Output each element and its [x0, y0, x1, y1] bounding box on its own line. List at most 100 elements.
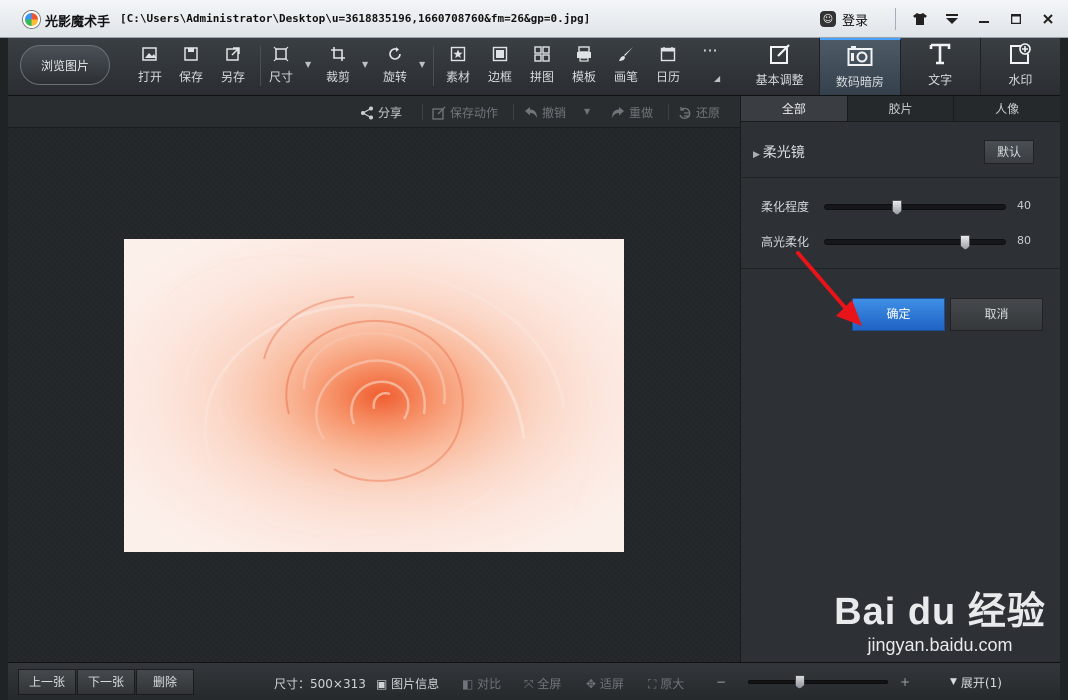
resize-icon	[261, 46, 301, 68]
open-button[interactable]: 打开	[130, 46, 170, 85]
softness-slider[interactable]	[824, 200, 1006, 215]
restore-icon	[679, 106, 691, 119]
resize-button[interactable]: 尺寸	[261, 46, 301, 85]
border-label: 边框	[487, 70, 512, 84]
effect-title-label: 柔光镜	[762, 145, 805, 161]
expand-corner-icon[interactable]: ◢	[714, 74, 720, 83]
tab-text[interactable]: 文字	[901, 38, 981, 95]
brush-button[interactable]: 画笔	[606, 46, 646, 85]
restore-button[interactable]: 还原	[678, 104, 720, 121]
share-label: 分享	[378, 106, 403, 120]
menu-dropdown-button[interactable]	[937, 5, 967, 33]
save-action-button[interactable]: 保存动作	[432, 104, 498, 121]
crop-dropdown-icon[interactable]: ▼	[362, 60, 368, 69]
subtab-all[interactable]: 全部	[741, 96, 848, 121]
app-logo-icon	[23, 11, 40, 28]
effects-panel: 全部 胶片 人像 ▶ 柔光镜 默认 柔化程度 40 高光柔化 80 确定 取消	[740, 96, 1061, 662]
watermark-icon	[981, 43, 1060, 71]
undo-button[interactable]: 撤销	[524, 104, 566, 121]
image-info-button[interactable]: ▣ 图片信息	[376, 675, 439, 692]
crop-button[interactable]: 裁剪	[318, 46, 358, 85]
fullscreen-label: 全屏	[537, 677, 562, 691]
zoom-out-button[interactable]: −	[716, 675, 726, 689]
material-icon	[438, 46, 478, 68]
fit-screen-label: 适屏	[599, 677, 624, 691]
cancel-button[interactable]: 取消	[950, 298, 1043, 331]
redo-label: 重做	[629, 106, 654, 120]
more-tools-button[interactable]: ···	[690, 40, 730, 62]
softness-label: 柔化程度	[761, 200, 810, 214]
text-icon	[901, 43, 980, 71]
minimize-icon	[979, 21, 989, 23]
login-label: 登录	[842, 13, 869, 29]
browse-images-button[interactable]: 浏览图片	[20, 45, 110, 85]
tab-darkroom[interactable]: 数码暗房	[820, 38, 901, 95]
crop-icon	[318, 46, 358, 68]
border-button[interactable]: 边框	[480, 46, 520, 85]
more-icon: ···	[702, 41, 718, 60]
effect-header: ▶ 柔光镜 默认	[741, 122, 1061, 178]
material-button[interactable]: 素材	[438, 46, 478, 85]
delete-button[interactable]: 删除	[136, 669, 194, 695]
right-tab-bar: 基本调整 数码暗房 文字 水印	[740, 38, 1060, 96]
panel-separator	[741, 268, 1061, 269]
open-label: 打开	[137, 70, 162, 84]
collage-button[interactable]: 拼图	[522, 46, 562, 85]
close-button[interactable]	[1033, 5, 1063, 33]
softness-slider-row: 柔化程度 40	[741, 194, 1061, 218]
ok-button[interactable]: 确定	[852, 298, 945, 331]
undo-dropdown-icon[interactable]: ▼	[584, 107, 590, 116]
shirt-icon	[913, 13, 927, 25]
action-separator	[422, 104, 423, 120]
fullscreen-icon: ⤧	[524, 677, 538, 691]
save-as-button[interactable]: 另存	[213, 46, 253, 85]
image-size-text: 尺寸：500×313	[274, 677, 366, 691]
fullscreen-button[interactable]: ⤧ 全屏	[524, 675, 561, 692]
next-image-button[interactable]: 下一张	[77, 669, 135, 695]
main-toolbar: 浏览图片 打开 保存 另存 尺寸 ▼ 裁剪 ▼ 旋转 ▼ 素材 边框 拼图 模板…	[8, 38, 740, 96]
image-canvas[interactable]	[8, 128, 740, 662]
fit-screen-button[interactable]: ✥ 适屏	[586, 675, 624, 692]
brush-label: 画笔	[613, 70, 638, 84]
highlight-slider[interactable]	[824, 235, 1006, 250]
subtab-film[interactable]: 胶片	[847, 96, 955, 121]
login-button[interactable]: ☺ 登录	[812, 5, 892, 33]
template-label: 模板	[571, 70, 596, 84]
calendar-button[interactable]: 日历	[648, 46, 688, 85]
tab-basic-adjust-label: 基本调整	[755, 73, 804, 87]
file-path: [C:\Users\Administrator\Desktop\u=361883…	[120, 12, 591, 25]
share-icon	[361, 106, 373, 119]
subtab-portrait[interactable]: 人像	[954, 96, 1061, 121]
maximize-button[interactable]	[1001, 5, 1031, 33]
prev-image-button[interactable]: 上一张	[18, 669, 76, 695]
tab-watermark-label: 水印	[1008, 73, 1033, 87]
original-size-button[interactable]: ⛶ 原大	[648, 675, 684, 692]
redo-button[interactable]: 重做	[611, 104, 653, 121]
softness-slider-thumb[interactable]	[892, 200, 902, 215]
user-face-icon: ☺	[820, 11, 836, 27]
template-button[interactable]: 模板	[564, 46, 604, 85]
zoom-slider[interactable]	[748, 675, 888, 689]
share-button[interactable]: 分享	[360, 104, 402, 121]
tab-watermark[interactable]: 水印	[981, 38, 1060, 95]
compare-button[interactable]: ◧ 对比	[462, 675, 501, 692]
basic-adjust-icon	[740, 43, 819, 71]
collage-icon	[522, 46, 562, 68]
resize-dropdown-icon[interactable]: ▼	[305, 60, 311, 69]
save-button[interactable]: 保存	[171, 46, 211, 85]
zoom-slider-thumb[interactable]	[794, 675, 805, 689]
skin-shirt-button[interactable]	[905, 5, 935, 33]
default-button[interactable]: 默认	[984, 140, 1034, 164]
maximize-icon	[1011, 14, 1021, 24]
fit-screen-icon: ✥	[586, 677, 600, 691]
minimize-button[interactable]	[969, 5, 999, 33]
highlight-slider-row: 高光柔化 80	[741, 229, 1061, 253]
rotate-button[interactable]: 旋转	[375, 46, 415, 85]
original-size-icon: ⛶	[648, 677, 661, 691]
rotate-dropdown-icon[interactable]: ▼	[419, 60, 425, 69]
highlight-slider-thumb[interactable]	[960, 235, 971, 250]
action-separator	[513, 104, 514, 120]
watermark-url: jingyan.baidu.com	[867, 635, 1013, 655]
effect-title[interactable]: ▶ 柔光镜	[753, 142, 805, 162]
tab-basic-adjust[interactable]: 基本调整	[740, 38, 821, 95]
